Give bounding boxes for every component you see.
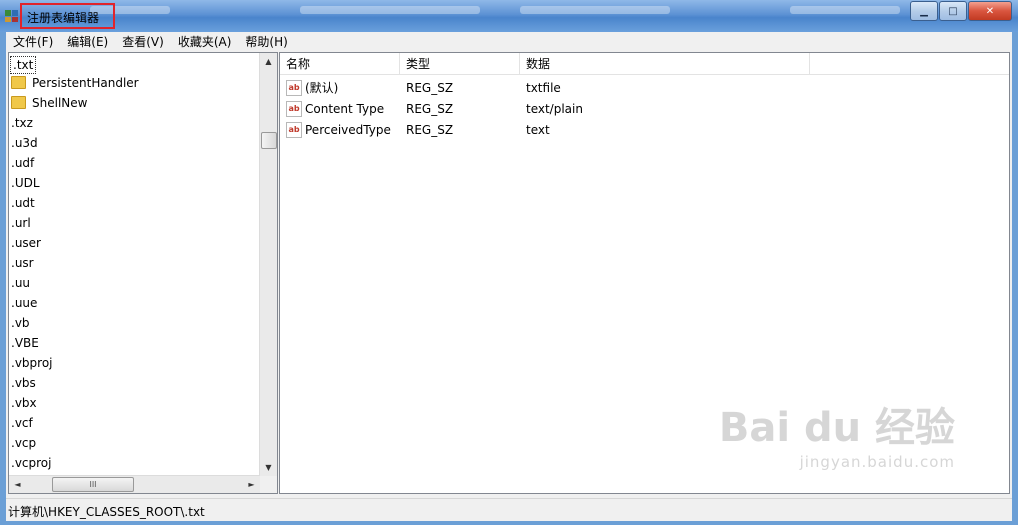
tree-item[interactable]: .txz [11,113,33,133]
key-tree[interactable]: .txt PersistentHandler ShellNew .txz .u3… [8,52,278,494]
tree-item[interactable]: .uue [11,293,37,313]
blurred-background-text [300,6,480,14]
tree-item[interactable]: .uu [11,273,30,293]
status-path: 计算机\HKEY_CLASSES_ROOT\.txt [8,505,205,519]
column-header-empty [810,53,1009,75]
tree-item[interactable]: .vcf [11,413,33,433]
value-name: (默认) [305,81,339,95]
value-type: REG_SZ [406,102,454,116]
tree-item-selected[interactable]: .txt [9,56,37,74]
scroll-left-arrow-icon[interactable]: ◄ [9,476,26,493]
status-bar: 计算机\HKEY_CLASSES_ROOT\.txt [6,498,1012,521]
tree-horizontal-scrollbar[interactable]: ◄ III ► [9,475,260,493]
client-area: .txt PersistentHandler ShellNew .txz .u3… [6,50,1012,498]
scroll-right-arrow-icon[interactable]: ► [243,476,260,493]
value-list[interactable]: 名称 类型 数据 ab (默认) REG_SZ txtfile ab Content… [279,52,1010,494]
tree-item-label: .txt [13,58,34,72]
watermark-url: jingyan.baidu.com [799,453,955,471]
tree-item[interactable]: .UDL [11,173,40,193]
string-value-icon: ab [286,79,302,96]
hscroll-thumb[interactable]: III [52,477,134,492]
folder-icon [11,96,26,109]
value-name: PerceivedType [305,123,391,137]
tree-item[interactable]: .VBE [11,333,39,353]
regedit-icon[interactable] [4,7,20,23]
tree-item[interactable]: .vb [11,313,30,333]
value-data: text/plain [526,102,583,116]
string-value-icon: ab [286,100,302,117]
tree-item[interactable]: .url [11,213,31,233]
title-bar[interactable]: 注册表编辑器 ▁ □ ✕ [0,0,1018,32]
tree-item[interactable]: .vbs [11,373,36,393]
value-type: REG_SZ [406,81,454,95]
tree-item[interactable]: .u3d [11,133,38,153]
tree-vertical-scrollbar[interactable]: ▲ ▼ [259,53,277,476]
watermark: Bai du 经验 jingyan.baidu.com [719,395,955,471]
tree-item-label: ShellNew [32,96,88,110]
column-header-data[interactable]: 数据 [520,53,810,75]
value-name: Content Type [305,102,385,116]
menu-bar: 文件(F) 编辑(E) 查看(V) 收藏夹(A) 帮助(H) [6,32,1012,50]
scroll-thumb[interactable] [261,132,277,149]
menu-favorites[interactable]: 收藏夹(A) [171,33,239,50]
menu-edit[interactable]: 编辑(E) [60,33,115,50]
watermark-logo: Bai du 经验 [718,405,955,451]
maximize-button[interactable]: □ [939,1,967,21]
tree-item[interactable]: .udt [11,193,35,213]
tree-item[interactable]: ShellNew [11,93,87,113]
scroll-down-arrow-icon[interactable]: ▼ [260,459,277,476]
tree-item-label: PersistentHandler [32,76,139,90]
folder-icon [11,76,26,89]
blurred-background-text [790,6,900,14]
close-button[interactable]: ✕ [968,1,1012,21]
string-value-icon: ab [286,121,302,138]
column-header-type[interactable]: 类型 [400,53,520,75]
title-highlight-box [20,3,115,29]
menu-view[interactable]: 查看(V) [115,33,171,50]
minimize-button[interactable]: ▁ [910,1,938,21]
column-header-name[interactable]: 名称 [280,53,400,75]
tree-item[interactable]: .vbx [11,393,37,413]
tree-item[interactable]: .vbproj [11,353,53,373]
tree-item[interactable]: .usr [11,253,34,273]
tree-item[interactable]: .udf [11,153,34,173]
value-type: REG_SZ [406,123,454,137]
blurred-background-text [520,6,670,14]
tree-item[interactable]: .vcp [11,433,36,453]
value-data: text [526,123,550,137]
tree-item[interactable]: .user [11,233,41,253]
tree-item[interactable]: PersistentHandler [11,73,139,93]
menu-file[interactable]: 文件(F) [6,33,60,50]
scroll-up-arrow-icon[interactable]: ▲ [260,53,277,70]
scrollbar-corner [260,476,277,493]
value-data: txtfile [526,81,561,95]
tree-item[interactable]: .vcproj [11,453,51,473]
menu-help[interactable]: 帮助(H) [238,33,294,50]
